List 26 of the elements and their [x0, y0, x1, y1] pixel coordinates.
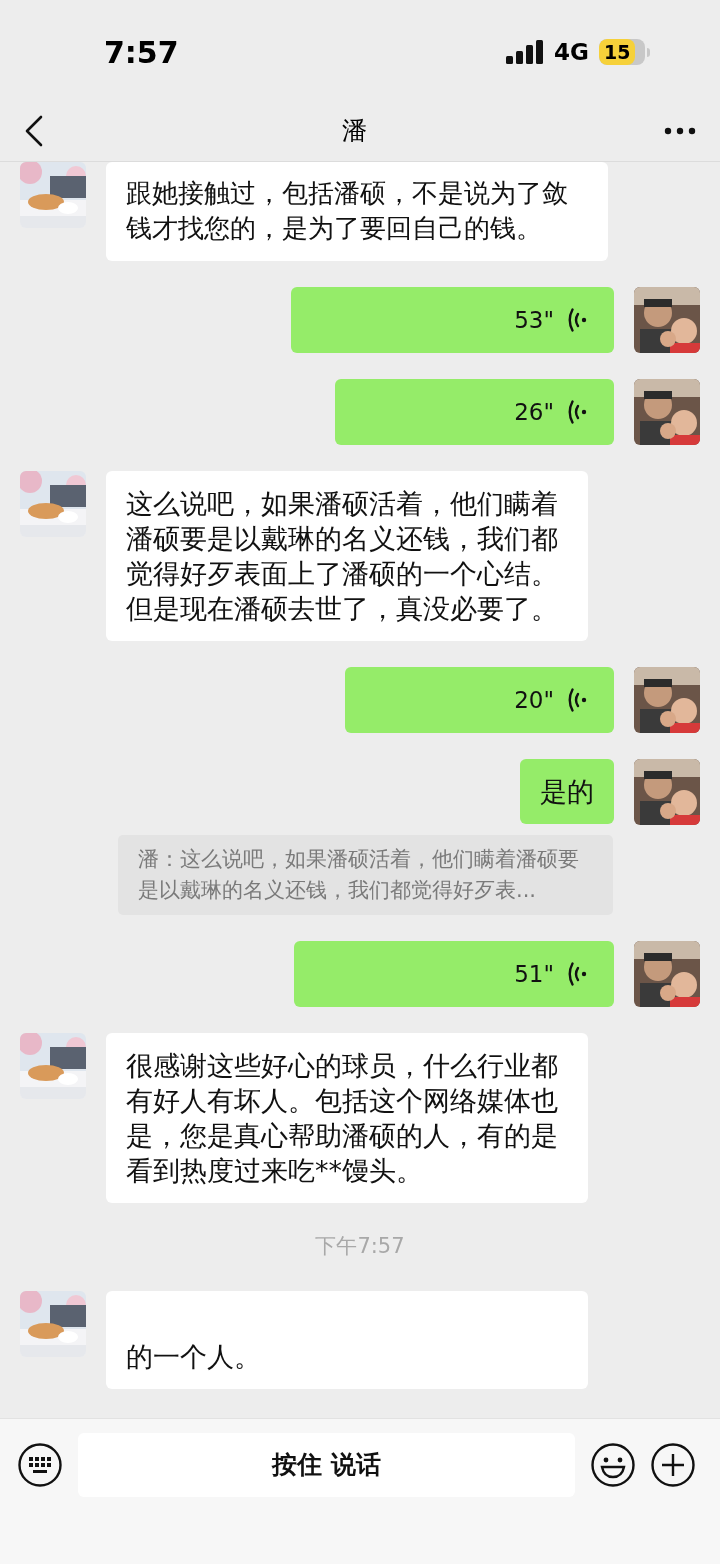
- quoted-message: 潘：这么说吧，如果潘硕活着，他们瞒着潘硕要是以戴琳的名义还钱，我们都觉得好歹表...: [118, 835, 613, 915]
- keyboard-icon[interactable]: [18, 1443, 62, 1487]
- hold-to-talk-button[interactable]: 按住 说话: [78, 1433, 575, 1497]
- voice-wave-icon: [568, 687, 588, 713]
- chat-title: 潘: [341, 114, 367, 147]
- add-icon[interactable]: [651, 1443, 695, 1487]
- voice-wave-icon: [568, 307, 588, 333]
- message-bubble: 这么说吧，如果潘硕活着，他们瞒着潘硕要是以戴琳的名义还钱，我们都觉得好歹表面上了潘硕的一个心结。但是现在潘硕去世了，真没必要了。: [106, 471, 588, 641]
- back-icon[interactable]: [24, 114, 44, 147]
- network-label: 4G: [554, 37, 589, 67]
- battery-indicator: 15: [599, 39, 650, 65]
- more-icon[interactable]: [664, 126, 696, 135]
- voice-message[interactable]: 20": [345, 667, 614, 733]
- timestamp: 下午7:57: [315, 1233, 405, 1260]
- message-bubble: 的一个人。: [106, 1290, 588, 1389]
- message-bubble: 很感谢这些好心的球员，什么行业都有好人有坏人。包括这个网络媒体也是，您是真心帮助潘硕的人，有的是看到热度过来吃**馒头。: [106, 1033, 588, 1203]
- status-time: 7:57: [104, 33, 179, 72]
- voice-message[interactable]: 51": [293, 941, 614, 1007]
- message-bubble: 跟她接触过，包括潘硕，不是说为了敛钱才找您的，是为了要回自己的钱。: [106, 162, 608, 261]
- message-bubble: 是的: [520, 759, 614, 824]
- emoji-icon[interactable]: [591, 1443, 635, 1487]
- voice-wave-icon: [568, 399, 588, 425]
- signal-icon: [506, 40, 545, 64]
- voice-message[interactable]: 53": [290, 287, 614, 353]
- voice-message[interactable]: 26": [335, 379, 614, 445]
- voice-wave-icon: [568, 961, 588, 987]
